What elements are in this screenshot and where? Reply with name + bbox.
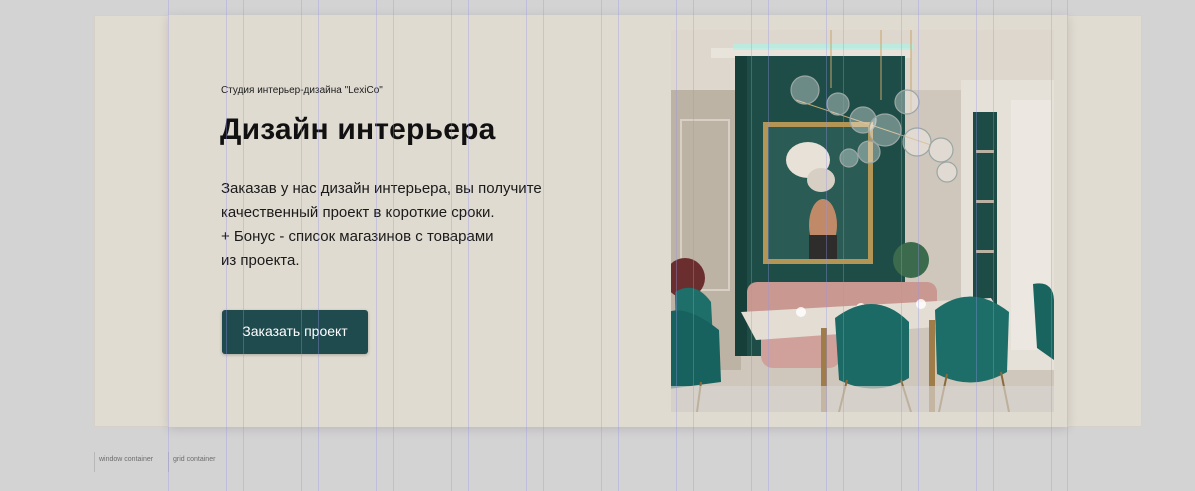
description-line: из проекта. <box>221 252 300 269</box>
hero-title: Дизайн интерьера <box>220 113 496 146</box>
description-line: Заказав у нас дизайн интерьера, вы получ… <box>221 180 542 197</box>
grid-container: Студия интерьер-дизайна "LexiCo" Дизайн … <box>168 15 1068 427</box>
studio-eyebrow: Студия интерьер-дизайна "LexiCo" <box>221 85 383 96</box>
description-line: качественный проект в короткие сроки. <box>221 204 495 221</box>
interior-photo <box>671 30 1054 412</box>
interior-illustration <box>671 30 1054 412</box>
description-line: + Бонус - список магазинов с товарами <box>221 228 494 245</box>
order-project-button[interactable]: Заказать проект <box>222 310 368 354</box>
grid-container-label: grid container <box>168 452 215 472</box>
hero-description: Заказав у нас дизайн интерьера, вы получ… <box>221 177 581 273</box>
window-container-label: window container <box>94 452 153 472</box>
